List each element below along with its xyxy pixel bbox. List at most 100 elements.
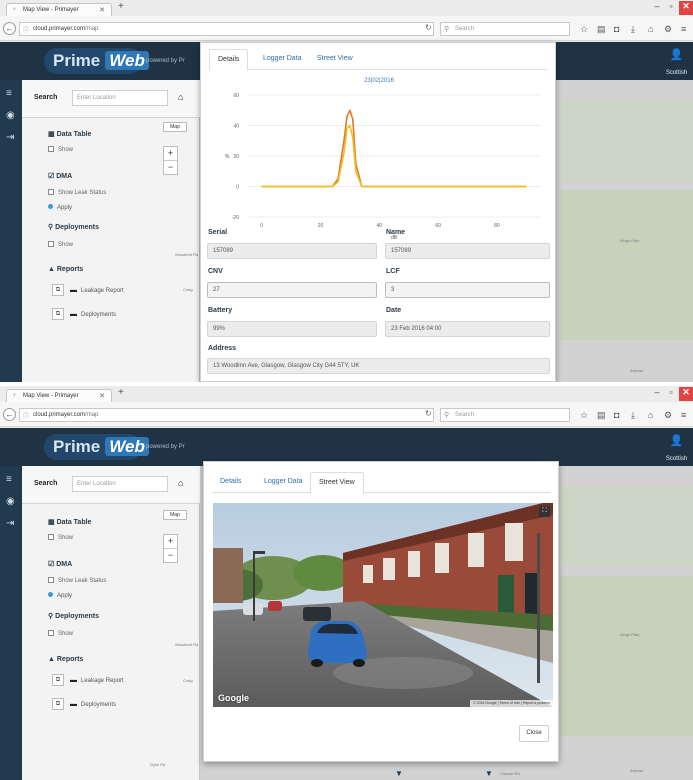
- zoom-in-button[interactable]: +: [164, 535, 177, 549]
- browser-search-box[interactable]: ⚲ Search: [440, 408, 570, 422]
- map-marker-icon[interactable]: ▼: [395, 769, 403, 778]
- park-area: [560, 576, 693, 736]
- map-type-toggle[interactable]: Map: [163, 510, 187, 520]
- minimize-icon[interactable]: –: [651, 387, 663, 401]
- cnv-field[interactable]: 27: [207, 282, 377, 298]
- street-view-panorama[interactable]: ⛶ Google © 2016 Google | Terms of Use | …: [213, 503, 553, 707]
- reload-icon[interactable]: ↻: [425, 409, 432, 418]
- bookmark-star-icon[interactable]: ☆: [580, 24, 588, 35]
- page-favicon-icon: ♆: [12, 393, 17, 399]
- tab-details[interactable]: Details: [209, 49, 249, 71]
- deployments-show-checkbox[interactable]: Show: [48, 630, 73, 637]
- location-search-placeholder: Enter Location: [77, 481, 116, 487]
- browser-search-box[interactable]: ⚲ Search: [440, 22, 570, 36]
- show-leak-status-checkbox[interactable]: Show Leak Status: [48, 189, 106, 196]
- street-view-modal: Details Logger Data Street View ⛶ Google…: [203, 461, 559, 762]
- tab-logger-data[interactable]: Logger Data: [256, 472, 311, 493]
- logout-icon[interactable]: ⇥: [6, 132, 14, 143]
- deployments-heading: ⚲ Deployments: [48, 613, 100, 620]
- address-bar[interactable]: ⓘ cloud.primayer.com/map: [19, 22, 434, 36]
- deployments-show-label: Show: [58, 242, 74, 248]
- menu-icon[interactable]: ≡: [681, 410, 686, 420]
- hamburger-icon[interactable]: ≡: [6, 88, 12, 99]
- maximize-icon[interactable]: ▫: [665, 1, 677, 15]
- leakage-report-copy-icon[interactable]: ⧉: [52, 284, 64, 296]
- apply-option[interactable]: Apply: [48, 204, 72, 211]
- zoom-out-button[interactable]: −: [164, 549, 177, 563]
- reading-list-icon[interactable]: ▤: [597, 24, 606, 35]
- tab-street-view[interactable]: Street View: [309, 49, 361, 70]
- browser-tab[interactable]: ♆ Map View - Primayer ✕: [6, 389, 112, 402]
- pocket-icon[interactable]: ◘: [614, 410, 619, 420]
- download-icon[interactable]: ⤓: [631, 24, 635, 35]
- zoom-in-button[interactable]: +: [164, 147, 177, 161]
- lcf-label: LCF: [386, 268, 400, 275]
- tab-details[interactable]: Details: [212, 472, 249, 493]
- pocket-icon[interactable]: ◘: [614, 24, 619, 34]
- close-tab-icon[interactable]: ✕: [99, 392, 105, 400]
- data-table-show-checkbox[interactable]: Show: [48, 146, 73, 153]
- battery-field[interactable]: 99%: [207, 321, 377, 337]
- zoom-out-button[interactable]: −: [164, 161, 177, 175]
- extension-icon[interactable]: ⚙: [664, 410, 672, 421]
- user-menu[interactable]: 👤 Scottish: [660, 434, 693, 465]
- close-button[interactable]: Close: [519, 725, 549, 742]
- battery-label: Battery: [208, 307, 233, 314]
- fullscreen-icon[interactable]: ⛶: [539, 506, 550, 517]
- leakage-report-link[interactable]: ▬ Leakage Report: [70, 677, 124, 684]
- show-leak-status-label: Show Leak Status: [58, 190, 107, 196]
- location-search-input[interactable]: Enter Location: [72, 90, 168, 106]
- leakage-report-copy-icon[interactable]: ⧉: [52, 674, 64, 686]
- reports-heading: ▲ Reports: [48, 266, 84, 273]
- deployments-show-checkbox[interactable]: Show: [48, 241, 73, 248]
- home-icon[interactable]: ⌂: [648, 410, 653, 420]
- home-icon[interactable]: ⌂: [648, 24, 653, 34]
- reading-list-icon[interactable]: ▤: [597, 410, 606, 421]
- logout-icon[interactable]: ⇥: [6, 518, 14, 529]
- deployments-report-copy-icon[interactable]: ⧉: [52, 698, 64, 710]
- window-close-icon[interactable]: ✕: [679, 387, 693, 401]
- location-search: Search Enter Location ⌂: [22, 466, 200, 504]
- deployments-report-link[interactable]: ▬ Deployments: [70, 311, 116, 318]
- back-arrow-icon[interactable]: ←: [3, 408, 16, 421]
- menu-icon[interactable]: ≡: [681, 24, 686, 34]
- address-bar[interactable]: ⓘ cloud.primayer.com/map: [19, 408, 434, 422]
- globe-icon[interactable]: ◉: [6, 110, 15, 121]
- home-location-icon[interactable]: ⌂: [178, 478, 183, 488]
- browser-tab[interactable]: ♆ Map View - Primayer ✕: [6, 3, 112, 16]
- location-search-input[interactable]: Enter Location: [72, 476, 168, 492]
- home-location-icon[interactable]: ⌂: [178, 92, 183, 102]
- map-marker-icon[interactable]: ▼: [485, 769, 493, 778]
- tab-logger-data[interactable]: Logger Data: [255, 49, 310, 70]
- tab-street-view[interactable]: Street View: [310, 472, 364, 494]
- serial-field[interactable]: 157089: [207, 243, 377, 259]
- extension-icon[interactable]: ⚙: [664, 24, 672, 35]
- leakage-report-link[interactable]: ▬ Leakage Report: [70, 287, 124, 294]
- data-table-show-checkbox[interactable]: Show: [48, 534, 73, 541]
- deployments-report-copy-icon[interactable]: ⧉: [52, 308, 64, 320]
- close-tab-icon[interactable]: ✕: [99, 6, 105, 14]
- globe-icon[interactable]: ◉: [6, 496, 15, 507]
- back-arrow-icon[interactable]: ←: [3, 22, 16, 35]
- map-type-toggle[interactable]: Map: [163, 122, 187, 132]
- new-tab-icon[interactable]: +: [118, 387, 124, 398]
- street-view-legal[interactable]: © 2016 Google | Terms of Use | Report a …: [470, 700, 553, 707]
- name-field[interactable]: 157089: [385, 243, 550, 259]
- deployments-report-link[interactable]: ▬ Deployments: [70, 701, 116, 708]
- download-icon[interactable]: ⤓: [631, 410, 635, 421]
- lcf-field[interactable]: 3: [385, 282, 550, 298]
- hamburger-icon[interactable]: ≡: [6, 474, 12, 485]
- address-field[interactable]: 13 Woodlinn Ave, Glasgow, Glasgow City G…: [207, 358, 550, 374]
- bookmark-star-icon[interactable]: ☆: [580, 410, 588, 421]
- reload-icon[interactable]: ↻: [425, 23, 432, 32]
- date-field[interactable]: 23 Feb 2016 04:00: [385, 321, 550, 337]
- new-tab-icon[interactable]: +: [118, 1, 124, 12]
- window-close-icon[interactable]: ✕: [679, 1, 693, 15]
- minimize-icon[interactable]: –: [651, 1, 663, 15]
- user-menu[interactable]: 👤 Scottish: [660, 48, 693, 79]
- show-leak-status-checkbox[interactable]: Show Leak Status: [48, 577, 106, 584]
- apply-option[interactable]: Apply: [48, 592, 72, 599]
- info-icon[interactable]: ⓘ: [23, 411, 29, 420]
- maximize-icon[interactable]: ▫: [665, 387, 677, 401]
- info-icon[interactable]: ⓘ: [23, 25, 29, 34]
